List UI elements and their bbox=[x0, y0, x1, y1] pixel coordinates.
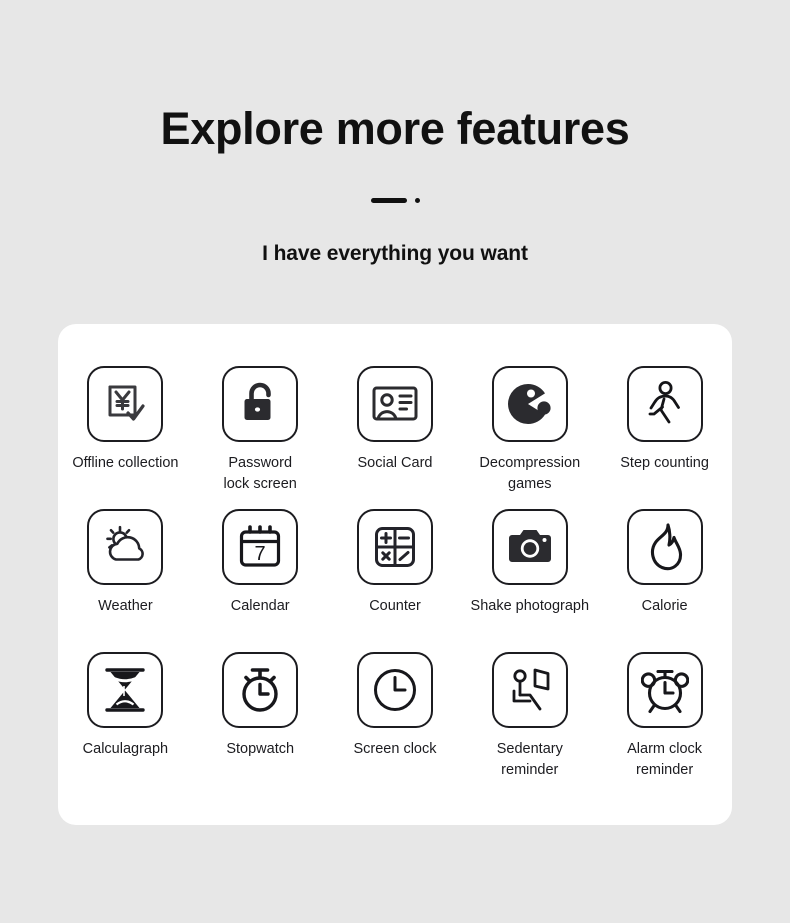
feature-label: Sedentary reminder bbox=[496, 741, 563, 779]
feature-icon-tile: 7 bbox=[222, 509, 299, 585]
feature-icon-tile bbox=[491, 509, 568, 585]
open-padlock-icon bbox=[244, 382, 271, 420]
feature-item-calorie[interactable]: Calorie bbox=[597, 509, 732, 652]
hourglass-icon bbox=[105, 668, 146, 712]
feature-label: Screen clock bbox=[353, 741, 437, 757]
feature-label: Decompression games bbox=[479, 455, 581, 493]
feature-item-shake-photograph[interactable]: Shake photograph bbox=[462, 509, 597, 652]
feature-label: Calculagraph bbox=[82, 741, 169, 757]
feature-label: Calorie bbox=[641, 598, 688, 614]
walking-person-icon bbox=[648, 381, 680, 424]
feature-item-social-card[interactable]: Social Card bbox=[328, 366, 463, 509]
feature-icon-tile bbox=[626, 652, 703, 728]
page-subtitle: I have everything you want bbox=[262, 241, 528, 265]
features-card: Offline collection Password lock screen bbox=[58, 324, 732, 825]
feature-label: Step counting bbox=[620, 455, 709, 471]
divider-dot-icon bbox=[414, 198, 420, 203]
feature-label: Social Card bbox=[357, 455, 433, 471]
feature-icon-tile bbox=[356, 366, 433, 442]
feature-item-stopwatch[interactable]: Stopwatch bbox=[193, 652, 328, 795]
feature-item-password-lock-screen[interactable]: Password lock screen bbox=[193, 366, 328, 509]
features-grid: Offline collection Password lock screen bbox=[58, 366, 732, 795]
feature-label: Stopwatch bbox=[226, 741, 295, 757]
camera-icon bbox=[508, 530, 551, 562]
feature-showcase-page: Explore more features I have everything … bbox=[0, 0, 790, 923]
feature-item-step-counting[interactable]: Step counting bbox=[597, 366, 732, 509]
feature-label: Shake photograph bbox=[470, 598, 590, 614]
feature-icon-tile bbox=[87, 652, 164, 728]
svg-text:7: 7 bbox=[255, 543, 266, 565]
feature-label: Calendar bbox=[230, 598, 290, 614]
divider-dash-icon bbox=[370, 198, 407, 203]
feature-icon-tile bbox=[222, 366, 299, 442]
feature-icon-tile bbox=[87, 366, 164, 442]
calculator-icon bbox=[374, 527, 415, 567]
feature-item-weather[interactable]: Weather bbox=[58, 509, 193, 652]
flame-icon bbox=[650, 523, 682, 571]
sun-cloud-icon bbox=[106, 525, 145, 561]
id-card-icon bbox=[372, 386, 418, 421]
feature-label: Counter bbox=[369, 598, 421, 614]
feature-icon-tile bbox=[491, 652, 568, 728]
feature-item-calculagraph[interactable]: Calculagraph bbox=[58, 652, 193, 795]
feature-icon-tile bbox=[87, 509, 164, 585]
feature-icon-tile bbox=[356, 652, 433, 728]
feature-label: Weather bbox=[98, 598, 153, 614]
seated-person-screen-icon bbox=[512, 668, 550, 711]
feature-label: Offline collection bbox=[72, 455, 179, 471]
calendar-7-icon: 7 bbox=[240, 525, 281, 567]
feature-icon-tile bbox=[626, 509, 703, 585]
alarm-clock-icon bbox=[640, 669, 689, 714]
stopwatch-icon bbox=[242, 668, 278, 712]
clock-icon bbox=[373, 669, 416, 711]
feature-item-sedentary-reminder[interactable]: Sedentary reminder bbox=[462, 652, 597, 795]
page-title: Explore more features bbox=[160, 103, 630, 154]
feature-icon-tile bbox=[356, 509, 433, 585]
feature-icon-tile bbox=[222, 652, 299, 728]
pacman-game-icon bbox=[507, 383, 551, 425]
feature-label: Password lock screen bbox=[223, 455, 297, 493]
feature-label: Alarm clock reminder bbox=[627, 741, 703, 779]
receipt-yen-check-icon bbox=[108, 385, 145, 421]
feature-item-counter[interactable]: Counter bbox=[328, 509, 463, 652]
feature-icon-tile bbox=[491, 366, 568, 442]
feature-item-decompression-games[interactable]: Decompression games bbox=[462, 366, 597, 509]
title-divider bbox=[0, 196, 790, 206]
feature-icon-tile bbox=[626, 366, 703, 442]
feature-item-offline-collection[interactable]: Offline collection bbox=[58, 366, 193, 509]
feature-item-alarm-clock-reminder[interactable]: Alarm clock reminder bbox=[597, 652, 732, 795]
feature-item-calendar[interactable]: 7 Calendar bbox=[193, 509, 328, 652]
page-header: Explore more features I have everything … bbox=[0, 0, 790, 266]
feature-item-screen-clock[interactable]: Screen clock bbox=[328, 652, 463, 795]
